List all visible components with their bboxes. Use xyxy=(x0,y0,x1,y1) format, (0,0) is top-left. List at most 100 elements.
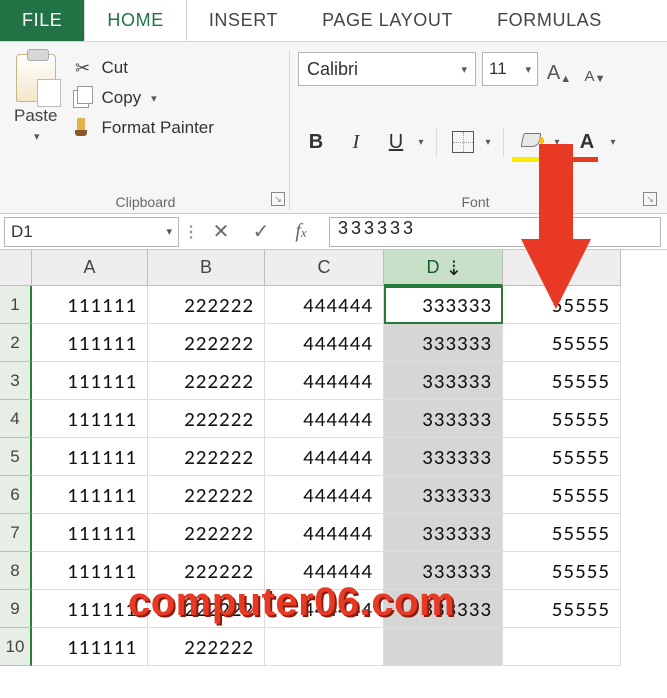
cell-E5[interactable]: 55555 xyxy=(503,438,621,476)
cell-A4[interactable]: 111111 xyxy=(32,400,148,438)
cell-D5[interactable]: 333333 xyxy=(384,438,503,476)
enter-formula-button[interactable]: ✓ xyxy=(243,217,279,247)
cell-C6[interactable]: 444444 xyxy=(265,476,384,514)
cell-E8[interactable]: 55555 xyxy=(503,552,621,590)
cell-A7[interactable]: 111111 xyxy=(32,514,148,552)
cell-B1[interactable]: 222222 xyxy=(148,286,265,324)
paste-button[interactable]: Paste ▾ xyxy=(10,52,61,145)
cell-D3[interactable]: 333333 xyxy=(384,362,503,400)
row-header-10[interactable]: 10 xyxy=(0,628,32,666)
font-size-select[interactable]: 11 ▾ xyxy=(482,52,538,86)
cell-D10[interactable] xyxy=(384,628,503,666)
select-all-corner[interactable] xyxy=(0,250,32,286)
row-header-2[interactable]: 2 xyxy=(0,324,32,362)
bold-button[interactable]: B xyxy=(298,124,334,160)
cell-A3[interactable]: 111111 xyxy=(32,362,148,400)
insert-function-button[interactable]: fx xyxy=(283,217,319,247)
cell-D9[interactable]: 333333 xyxy=(384,590,503,628)
chevron-down-icon[interactable]: ▾ xyxy=(151,92,157,105)
tab-file[interactable]: FILE xyxy=(0,0,84,41)
cell-C10[interactable] xyxy=(265,628,384,666)
underline-dropdown[interactable]: ▾ xyxy=(414,124,428,160)
cell-C8[interactable]: 444444 xyxy=(265,552,384,590)
cell-B6[interactable]: 222222 xyxy=(148,476,265,514)
row-header-7[interactable]: 7 xyxy=(0,514,32,552)
cell-B4[interactable]: 222222 xyxy=(148,400,265,438)
cell-C7[interactable]: 444444 xyxy=(265,514,384,552)
font-color-dropdown[interactable]: ▾ xyxy=(606,124,620,160)
cell-E9[interactable]: 55555 xyxy=(503,590,621,628)
tab-page-layout[interactable]: PAGE LAYOUT xyxy=(300,0,475,41)
chevron-down-icon[interactable]: ▾ xyxy=(166,225,172,238)
cell-D6[interactable]: 333333 xyxy=(384,476,503,514)
cut-button[interactable]: Cut xyxy=(67,56,217,80)
cell-D7[interactable]: 333333 xyxy=(384,514,503,552)
tab-home[interactable]: HOME xyxy=(84,0,186,41)
row-header-3[interactable]: 3 xyxy=(0,362,32,400)
borders-button[interactable] xyxy=(445,124,481,160)
cell-C5[interactable]: 444444 xyxy=(265,438,384,476)
cell-B3[interactable]: 222222 xyxy=(148,362,265,400)
cell-E7[interactable]: 55555 xyxy=(503,514,621,552)
cell-C1[interactable]: 444444 xyxy=(265,286,384,324)
column-header-E[interactable]: E xyxy=(503,250,621,286)
cell-A6[interactable]: 111111 xyxy=(32,476,148,514)
cell-D8[interactable]: 333333 xyxy=(384,552,503,590)
italic-button[interactable]: I xyxy=(338,124,374,160)
cell-B7[interactable]: 222222 xyxy=(148,514,265,552)
increase-font-button[interactable]: A▲ xyxy=(544,53,574,85)
row-header-6[interactable]: 6 xyxy=(0,476,32,514)
cell-E4[interactable]: 55555 xyxy=(503,400,621,438)
cell-B10[interactable]: 222222 xyxy=(148,628,265,666)
tab-formulas[interactable]: FORMULAS xyxy=(475,0,624,41)
tab-insert[interactable]: INSERT xyxy=(187,0,300,41)
name-box[interactable]: D1 ▾ xyxy=(4,217,179,247)
cell-E3[interactable]: 55555 xyxy=(503,362,621,400)
cell-A9[interactable]: 111111 xyxy=(32,590,148,628)
font-name-select[interactable]: Calibri ▾ xyxy=(298,52,476,86)
column-header-C[interactable]: C xyxy=(265,250,384,286)
cell-D4[interactable]: 333333 xyxy=(384,400,503,438)
cell-B9[interactable]: 222222 xyxy=(148,590,265,628)
cell-C3[interactable]: 444444 xyxy=(265,362,384,400)
underline-button[interactable]: U xyxy=(378,124,414,160)
borders-dropdown[interactable]: ▾ xyxy=(481,124,495,160)
formula-input[interactable]: 333333 xyxy=(329,217,661,247)
copy-button[interactable]: Copy ▾ xyxy=(67,86,217,110)
column-header-B[interactable]: B xyxy=(148,250,265,286)
cell-E2[interactable]: 55555 xyxy=(503,324,621,362)
font-color-button[interactable]: A xyxy=(568,124,606,160)
separator: ⋮ xyxy=(183,222,199,242)
font-dialog-launcher[interactable]: ↘ xyxy=(643,192,657,206)
cell-C4[interactable]: 444444 xyxy=(265,400,384,438)
row-header-1[interactable]: 1 xyxy=(0,286,32,324)
cell-E10[interactable] xyxy=(503,628,621,666)
column-header-A[interactable]: A xyxy=(32,250,148,286)
cell-A8[interactable]: 111111 xyxy=(32,552,148,590)
cell-A1[interactable]: 111111 xyxy=(32,286,148,324)
cell-B5[interactable]: 222222 xyxy=(148,438,265,476)
fill-color-dropdown[interactable]: ▾ xyxy=(550,124,564,160)
cell-E6[interactable]: 55555 xyxy=(503,476,621,514)
row-header-4[interactable]: 4 xyxy=(0,400,32,438)
row-header-9[interactable]: 9 xyxy=(0,590,32,628)
cell-A10[interactable]: 111111 xyxy=(32,628,148,666)
cell-D1[interactable]: 333333 xyxy=(384,286,503,324)
row-header-5[interactable]: 5 xyxy=(0,438,32,476)
decrease-font-button[interactable]: A▼ xyxy=(580,53,610,85)
cell-B8[interactable]: 222222 xyxy=(148,552,265,590)
cell-E1[interactable]: 55555 xyxy=(503,286,621,324)
fill-color-button[interactable] xyxy=(512,124,550,160)
cell-A2[interactable]: 111111 xyxy=(32,324,148,362)
column-header-D[interactable]: D xyxy=(384,250,503,286)
cell-D2[interactable]: 333333 xyxy=(384,324,503,362)
group-label-clipboard: Clipboard xyxy=(10,188,281,210)
cancel-formula-button[interactable]: ✕ xyxy=(203,217,239,247)
cell-C9[interactable]: 444444 xyxy=(265,590,384,628)
format-painter-button[interactable]: Format Painter xyxy=(67,116,217,140)
cell-B2[interactable]: 222222 xyxy=(148,324,265,362)
clipboard-dialog-launcher[interactable]: ↘ xyxy=(271,192,285,206)
row-header-8[interactable]: 8 xyxy=(0,552,32,590)
cell-C2[interactable]: 444444 xyxy=(265,324,384,362)
cell-A5[interactable]: 111111 xyxy=(32,438,148,476)
